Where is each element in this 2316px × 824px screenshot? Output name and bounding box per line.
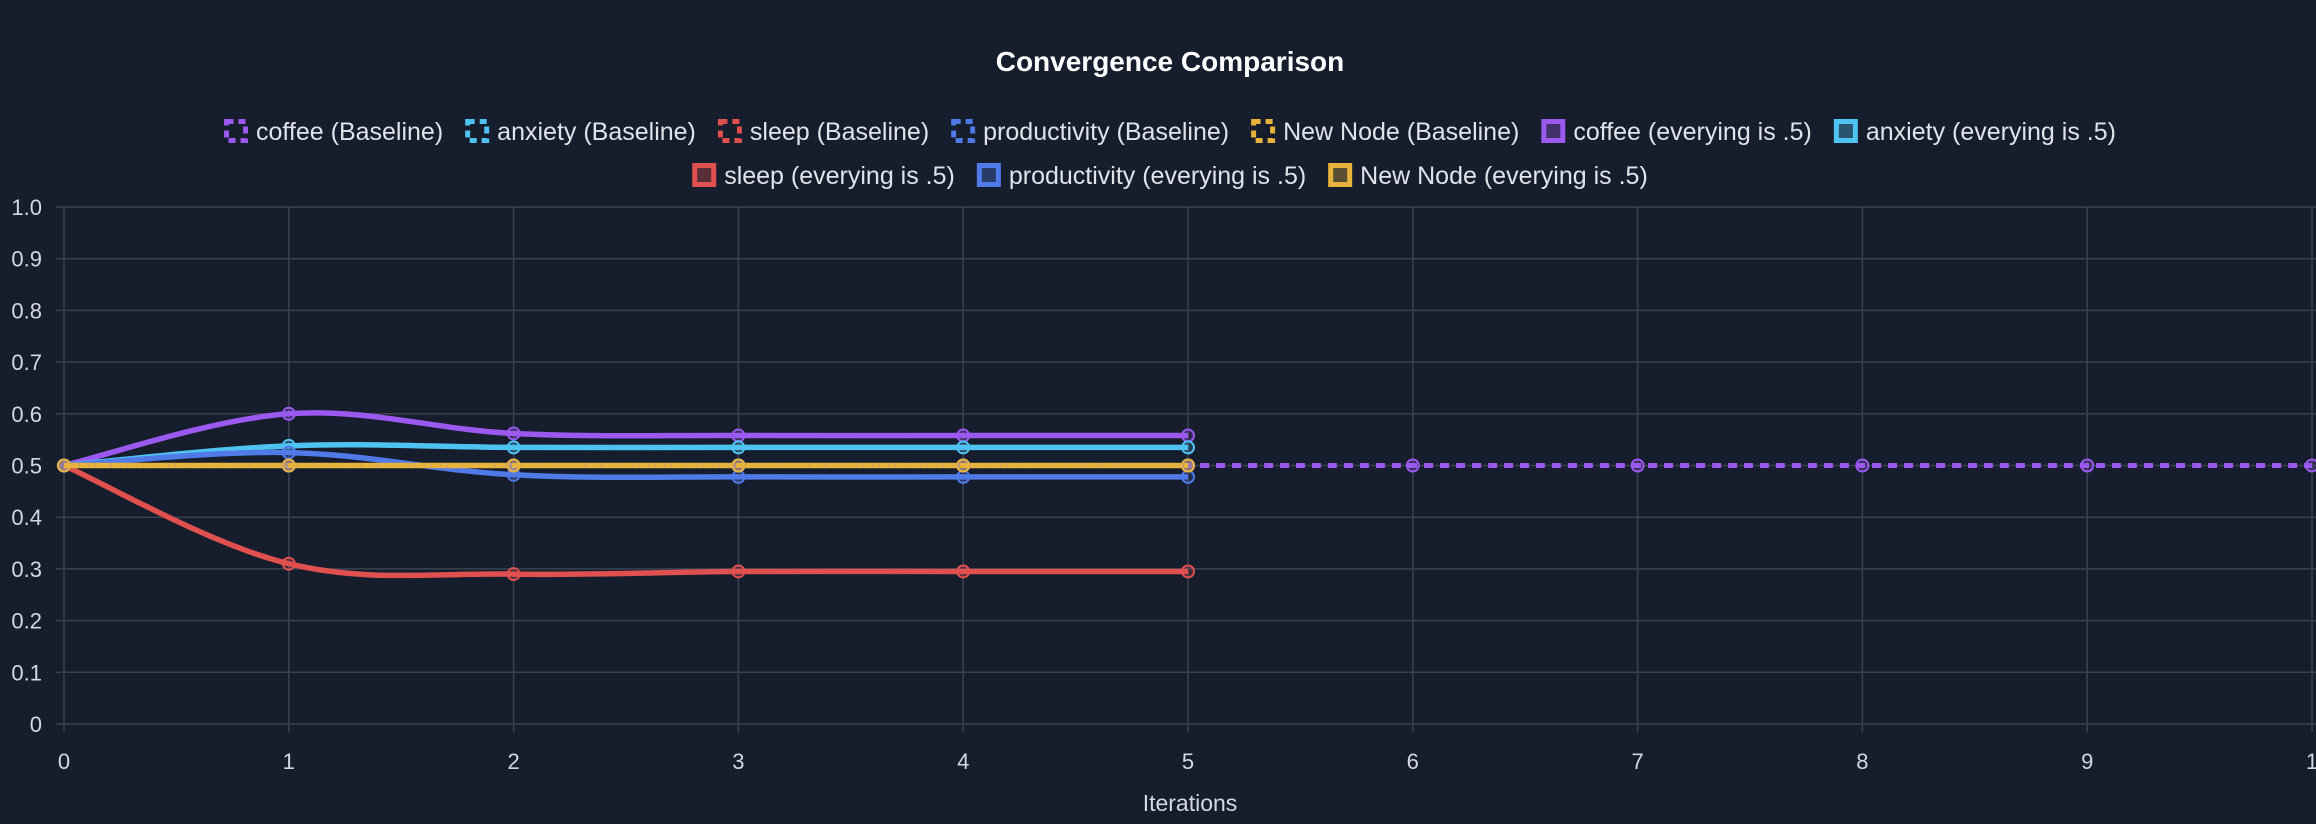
legend-swatch bbox=[717, 119, 742, 143]
line-chart: Convergence Comparison coffee (Baseline)… bbox=[11, 46, 2316, 816]
data-point[interactable] bbox=[281, 556, 296, 571]
legend-item-productivity-baseline[interactable]: productivity (Baseline) bbox=[951, 118, 1229, 146]
chart-container: Convergence Comparison coffee (Baseline)… bbox=[0, 0, 2316, 824]
legend-item-anxiety-baseline[interactable]: anxiety (Baseline) bbox=[465, 118, 696, 146]
legend-label: coffee (Baseline) bbox=[256, 118, 443, 146]
data-point[interactable] bbox=[1405, 458, 1420, 473]
data-point[interactable] bbox=[506, 426, 521, 441]
series-line bbox=[63, 410, 1188, 469]
x-tick-label: 2 bbox=[507, 749, 519, 774]
legend-label: New Node (everying is .5) bbox=[1360, 162, 1648, 190]
x-axis-title: Iterations bbox=[1143, 790, 1238, 816]
legend: coffee (Baseline) anxiety (Baseline) sleep… bbox=[224, 118, 2116, 190]
legend-swatch bbox=[1251, 119, 1276, 143]
data-point[interactable] bbox=[1630, 458, 1645, 473]
x-tick-label: 8 bbox=[1856, 749, 1868, 774]
legend-swatch bbox=[465, 119, 490, 143]
data-point[interactable] bbox=[2080, 458, 2095, 473]
data-point[interactable] bbox=[1855, 458, 1870, 473]
y-tick-label: 0.4 bbox=[11, 505, 42, 530]
data-point[interactable] bbox=[731, 440, 746, 455]
data-point[interactable] bbox=[506, 440, 521, 455]
y-tick-label: 0.8 bbox=[11, 298, 42, 323]
data-point[interactable] bbox=[281, 445, 296, 460]
data-point[interactable] bbox=[506, 567, 521, 582]
legend-item-new-node-baseline[interactable]: New Node (Baseline) bbox=[1251, 118, 1520, 146]
data-point[interactable] bbox=[281, 458, 296, 473]
y-tick-label: 0.6 bbox=[11, 402, 42, 427]
x-tick-label: 7 bbox=[1631, 749, 1643, 774]
series-line bbox=[62, 462, 1188, 579]
data-point[interactable] bbox=[956, 469, 971, 484]
y-tick-label: 0.9 bbox=[11, 247, 42, 272]
x-tick-label: 5 bbox=[1182, 749, 1194, 774]
data-point[interactable] bbox=[731, 428, 746, 443]
legend-swatch bbox=[976, 163, 1001, 187]
legend-swatch bbox=[1541, 119, 1566, 143]
chart-title: Convergence Comparison bbox=[996, 46, 1345, 77]
legend-swatch bbox=[224, 119, 249, 143]
data-point[interactable] bbox=[1181, 440, 1195, 455]
legend-label: productivity (everying is .5) bbox=[1009, 162, 1306, 190]
data-point[interactable] bbox=[956, 428, 971, 443]
y-tick-label: 0.7 bbox=[11, 350, 42, 375]
legend-swatch bbox=[951, 119, 976, 143]
y-tick-label: 0.2 bbox=[11, 609, 42, 634]
data-point[interactable] bbox=[731, 564, 746, 579]
legend-item-coffee-baseline[interactable]: coffee (Baseline) bbox=[224, 118, 444, 146]
legend-item-new-node-everying-is-5[interactable]: New Node (everying is .5) bbox=[1328, 162, 1648, 190]
y-tick-label: 0.5 bbox=[11, 454, 42, 479]
data-point[interactable] bbox=[1181, 428, 1195, 443]
legend-label: New Node (Baseline) bbox=[1283, 118, 1519, 146]
legend-item-coffee-everying-is-5[interactable]: coffee (everying is .5) bbox=[1541, 118, 1812, 146]
data-point[interactable] bbox=[57, 458, 71, 473]
y-tick-label: 0.3 bbox=[11, 557, 42, 582]
y-tick-label: 0 bbox=[30, 712, 42, 737]
x-tick-label: 0 bbox=[58, 749, 70, 774]
data-point[interactable] bbox=[2305, 458, 2316, 473]
data-point[interactable] bbox=[731, 458, 746, 473]
legend-swatch bbox=[692, 163, 717, 187]
series-coffee-everying-is-5 bbox=[57, 406, 1195, 473]
legend-swatch bbox=[1833, 119, 1858, 143]
data-point[interactable] bbox=[731, 469, 746, 484]
data-point[interactable] bbox=[1181, 564, 1195, 579]
x-axis: 0 1 2 3 4 5 6 7 8 9 1 bbox=[58, 749, 2316, 774]
series-layer bbox=[57, 406, 2316, 582]
legend-item-sleep-everying-is-5[interactable]: sleep (everying is .5) bbox=[692, 162, 955, 190]
legend-label: anxiety (Baseline) bbox=[497, 118, 696, 146]
legend-swatch bbox=[1328, 163, 1353, 187]
legend-item-sleep-baseline[interactable]: sleep (Baseline) bbox=[717, 118, 929, 146]
legend-item-productivity-everying-is-5[interactable]: productivity (everying is .5) bbox=[976, 162, 1306, 190]
data-point[interactable] bbox=[1181, 458, 1195, 473]
data-point[interactable] bbox=[506, 458, 521, 473]
x-tick-label: 1 bbox=[283, 749, 295, 774]
data-point[interactable] bbox=[956, 458, 971, 473]
legend-label: sleep (Baseline) bbox=[750, 118, 929, 146]
data-point[interactable] bbox=[956, 564, 971, 579]
x-tick-label: 1 bbox=[2306, 749, 2316, 774]
legend-label: sleep (everying is .5) bbox=[724, 162, 955, 190]
x-tick-label: 4 bbox=[957, 749, 969, 774]
y-tick-label: 1.0 bbox=[11, 195, 42, 220]
legend-label: productivity (Baseline) bbox=[983, 118, 1229, 146]
x-tick-label: 3 bbox=[732, 749, 744, 774]
data-point[interactable] bbox=[281, 406, 296, 421]
legend-label: coffee (everying is .5) bbox=[1573, 118, 1812, 146]
legend-label: anxiety (everying is .5) bbox=[1866, 118, 2116, 146]
data-point[interactable] bbox=[956, 440, 971, 455]
data-point[interactable] bbox=[1181, 469, 1195, 484]
y-axis: 0 0.1 0.2 0.3 0.4 0.5 0.6 0.7 0.8 0.9 1.0 bbox=[11, 195, 42, 737]
y-tick-label: 0.1 bbox=[11, 660, 42, 685]
x-tick-label: 9 bbox=[2081, 749, 2093, 774]
legend-item-anxiety-everying-is-5[interactable]: anxiety (everying is .5) bbox=[1833, 118, 2116, 146]
x-tick-label: 6 bbox=[1407, 749, 1419, 774]
